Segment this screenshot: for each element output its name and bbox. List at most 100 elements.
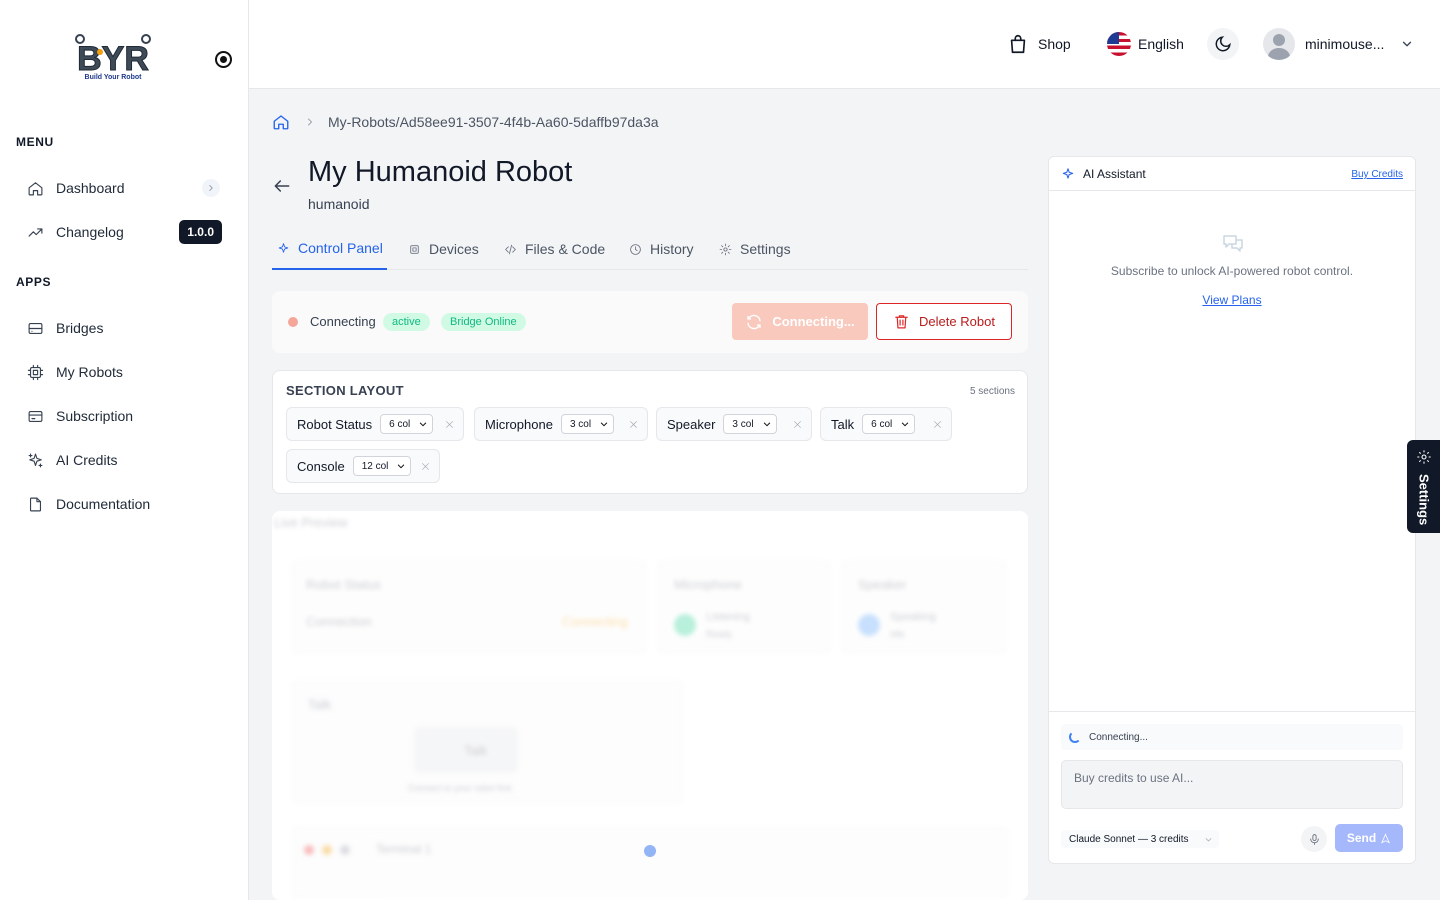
remove-section-icon[interactable]	[420, 460, 431, 471]
connect-button[interactable]: Connecting...	[732, 303, 868, 340]
preview-speaker-sub: Idle	[890, 629, 905, 639]
preview-connection-value: Connecting	[562, 614, 628, 629]
tab-settings[interactable]: Settings	[719, 228, 791, 270]
floating-settings-label: Settings	[1416, 474, 1432, 526]
buy-credits-link[interactable]: Buy Credits	[1351, 169, 1403, 180]
column-select[interactable]: 3 col	[560, 414, 615, 434]
sidebar-item-documentation[interactable]: Documentation	[16, 486, 232, 522]
send-label: Send	[1346, 831, 1377, 845]
chevron-down-icon	[1205, 837, 1212, 841]
sidebar: BYR Build Your Robot MENU Dashboard Chan…	[0, 0, 249, 900]
chevron-down-icon	[398, 464, 405, 469]
chip-icon	[26, 363, 44, 381]
tab-history[interactable]: History	[629, 228, 694, 270]
preview-robot-status	[292, 561, 646, 653]
section-chip[interactable]: Microphone 3 col	[474, 407, 648, 441]
code-icon	[505, 244, 516, 254]
preview-mic-sub: Ready	[706, 629, 733, 639]
moon-icon	[1215, 36, 1231, 52]
user-menu[interactable]: minimouse...	[1263, 28, 1414, 60]
shopping-bag-icon	[1010, 34, 1026, 54]
view-plans-link[interactable]: View Plans	[1049, 293, 1415, 307]
loading-indicator	[644, 845, 656, 857]
sidebar-item-label: Subscription	[56, 408, 134, 424]
section-chip[interactable]: Robot Status 6 col	[286, 407, 464, 441]
byr-logo[interactable]: BYR Build Your Robot	[70, 32, 156, 84]
credit-card-icon	[26, 407, 44, 425]
refresh-icon	[747, 314, 762, 329]
shop-button[interactable]: Shop	[1007, 30, 1071, 58]
chevron-right-icon[interactable]	[202, 179, 220, 197]
column-select[interactable]: 3 col	[723, 414, 777, 434]
delete-robot-button[interactable]: Delete Robot	[876, 303, 1012, 340]
section-layout-card: SECTION LAYOUT 5 sections Robot Status 6…	[272, 370, 1028, 494]
remove-section-icon[interactable]	[444, 418, 455, 429]
voice-input-button[interactable]	[1301, 826, 1327, 852]
sidebar-item-ai-credits[interactable]: AI Credits	[16, 442, 232, 478]
column-select[interactable]: 6 col	[380, 414, 434, 434]
version-badge: 1.0.0	[179, 220, 222, 244]
ai-prompt-input[interactable]: Buy credits to use AI...	[1061, 760, 1403, 809]
column-select[interactable]: 12 col	[352, 456, 412, 476]
sidebar-collapse-toggle[interactable]	[215, 51, 232, 68]
ai-connection-status: Connecting...	[1061, 724, 1403, 750]
language-selector[interactable]: English	[1107, 30, 1184, 58]
section-chip[interactable]: Talk 6 col	[820, 407, 952, 441]
robot-tabs: Control Panel Devices Files & Code Histo…	[272, 228, 1028, 270]
microphone-icon	[1309, 833, 1319, 845]
sidebar-item-changelog[interactable]: Changelog 1.0.0	[16, 214, 232, 250]
chat-bubbles-icon	[1223, 235, 1243, 252]
subscribe-message: Subscribe to unlock AI-powered robot con…	[1110, 264, 1354, 278]
connect-button-label: Connecting...	[772, 314, 855, 329]
clock-icon	[630, 243, 641, 255]
chevron-down-icon	[420, 422, 427, 427]
preview-speaker-title: Speaker	[858, 577, 907, 592]
remove-section-icon[interactable]	[932, 418, 943, 429]
view-plans-label[interactable]: View Plans	[1202, 293, 1261, 307]
sidebar-item-subscription[interactable]: Subscription	[16, 398, 232, 434]
top-header: Shop English minimouse...	[249, 0, 1440, 89]
send-button[interactable]: Send	[1335, 824, 1403, 852]
dark-mode-toggle[interactable]	[1207, 28, 1239, 60]
chevron-right-icon	[308, 118, 312, 126]
section-name: Console	[297, 458, 345, 474]
remove-section-icon[interactable]	[792, 418, 803, 429]
floating-settings-tab[interactable]: Settings	[1407, 440, 1440, 533]
back-arrow-icon[interactable]	[272, 176, 292, 196]
send-icon	[1381, 832, 1391, 844]
status-badge-active: active	[383, 313, 430, 331]
preview-microphone	[658, 561, 830, 653]
section-name: Robot Status	[297, 416, 373, 432]
sidebar-item-my-robots[interactable]: My Robots	[16, 354, 232, 390]
breadcrumb: My-Robots/Ad58ee91-3507-4f4b-Aa60-5daffb…	[272, 112, 659, 132]
mic-indicator	[674, 614, 696, 636]
language-label: English	[1138, 36, 1184, 52]
home-icon[interactable]	[272, 113, 290, 131]
model-label: Claude Sonnet — 3 credits	[1069, 833, 1189, 845]
chevron-down-icon	[600, 422, 608, 427]
preview-terminal-tab: Terminal 1	[376, 842, 432, 856]
gear-icon	[1417, 450, 1431, 464]
section-chip[interactable]: Speaker 3 col	[656, 407, 812, 441]
model-select[interactable]: Claude Sonnet — 3 credits	[1061, 830, 1219, 848]
sidebar-item-bridges[interactable]: Bridges	[16, 310, 232, 346]
gear-icon	[719, 243, 732, 255]
sparkle-icon	[278, 242, 289, 253]
sidebar-item-dashboard[interactable]: Dashboard	[16, 170, 232, 206]
logo-tagline: Build Your Robot	[84, 74, 142, 81]
chip-icon	[410, 244, 419, 254]
tab-devices[interactable]: Devices	[408, 228, 479, 270]
tab-control-panel[interactable]: Control Panel	[272, 228, 387, 270]
section-chip[interactable]: Console 12 col	[286, 449, 440, 483]
delete-button-label: Delete Robot	[919, 314, 995, 329]
sparkle-icon	[26, 451, 44, 469]
remove-section-icon[interactable]	[628, 418, 639, 429]
server-icon	[26, 319, 44, 337]
console-dot-red	[304, 845, 314, 855]
column-select[interactable]: 6 col	[862, 414, 916, 434]
tab-label: Settings	[740, 241, 791, 257]
home-icon	[26, 179, 44, 197]
ai-assistant-panel: AI Assistant Buy Credits Subscribe to un…	[1048, 156, 1416, 864]
live-preview: Live Preview Robot Status Connection Con…	[272, 511, 1028, 900]
tab-files-code[interactable]: Files & Code	[504, 228, 605, 270]
